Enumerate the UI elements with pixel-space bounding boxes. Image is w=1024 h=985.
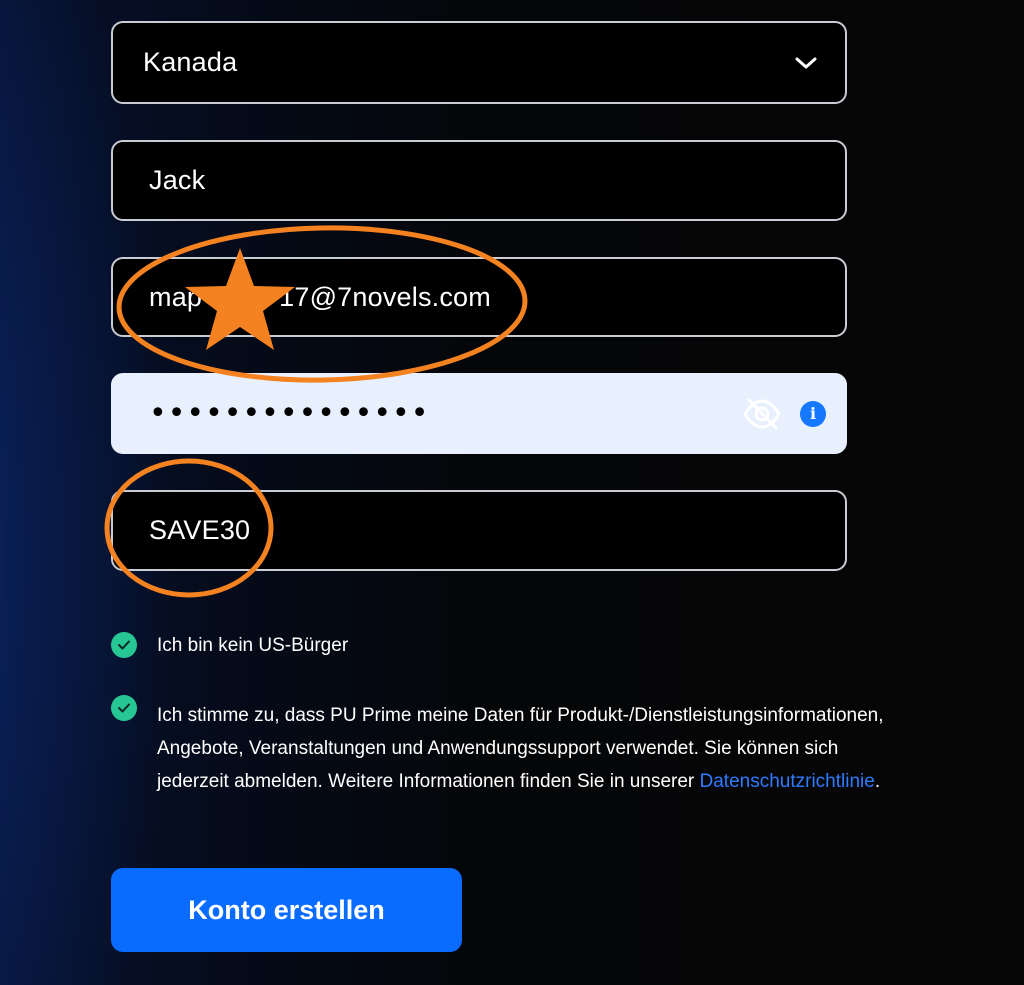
consent-us-citizen: Ich bin kein US-Bürger xyxy=(111,632,348,662)
first-name-field[interactable]: Jack xyxy=(111,140,847,221)
consent-us-citizen-text: Ich bin kein US-Bürger xyxy=(157,635,349,656)
privacy-policy-link[interactable]: Datenschutzrichtlinie xyxy=(700,771,875,792)
password-value: ••••••••••••••• xyxy=(149,396,430,431)
first-name-value: Jack xyxy=(149,165,206,195)
info-icon[interactable]: i xyxy=(800,400,826,427)
promo-code-field[interactable]: SAVE30 xyxy=(111,490,847,571)
country-select[interactable]: Kanada xyxy=(111,21,847,104)
registration-form: Kanada Jack map 17@7novels.com •••••••••… xyxy=(0,0,1024,985)
password-field[interactable]: ••••••••••••••• i xyxy=(111,373,847,454)
consent-marketing: Ich stimme zu, dass PU Prime meine Daten… xyxy=(111,695,911,798)
country-value: Kanada xyxy=(143,47,238,77)
create-account-button[interactable]: Konto erstellen xyxy=(111,868,462,952)
check-circle-icon[interactable] xyxy=(111,695,137,721)
consent-marketing-trailing: . xyxy=(874,771,881,792)
promo-code-value: SAVE30 xyxy=(149,515,251,545)
check-circle-icon[interactable] xyxy=(111,632,137,658)
email-value: map 17@7novels.com xyxy=(149,281,491,312)
chevron-down-icon[interactable] xyxy=(793,50,819,76)
email-field[interactable]: map 17@7novels.com xyxy=(111,257,847,337)
consent-marketing-text: Ich stimme zu, dass PU Prime meine Daten… xyxy=(157,699,911,798)
eye-off-icon[interactable] xyxy=(741,393,783,435)
